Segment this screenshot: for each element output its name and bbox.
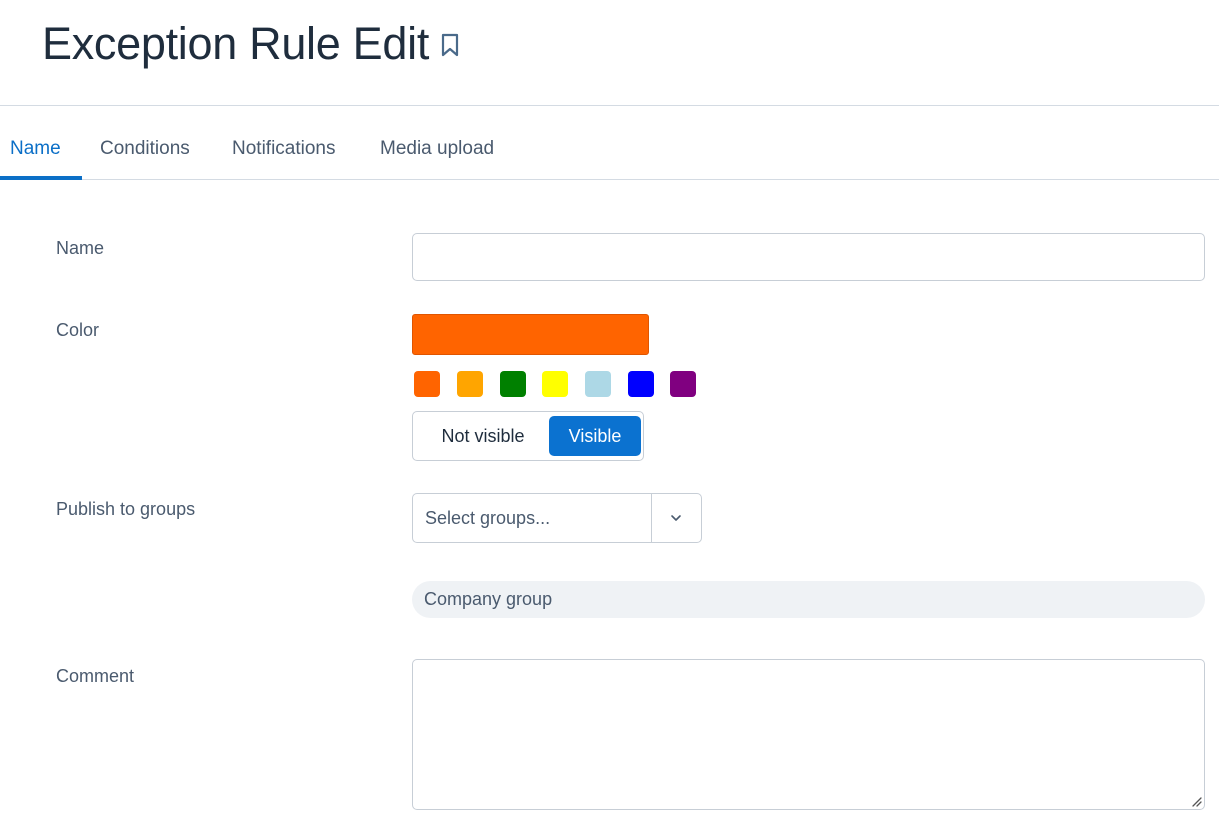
- color-swatch-purple[interactable]: [670, 371, 696, 397]
- visible-option[interactable]: Visible: [549, 416, 641, 456]
- select-divider: [651, 494, 652, 542]
- color-swatch-yellow[interactable]: [542, 371, 568, 397]
- tab-notifications[interactable]: Notifications: [232, 120, 336, 180]
- tab-bar: Name Conditions Notifications Media uplo…: [0, 120, 1219, 180]
- publish-label: Publish to groups: [56, 499, 196, 519]
- selected-group-label: Company group: [424, 589, 553, 609]
- color-swatch-green[interactable]: [500, 371, 526, 397]
- color-label: Color: [56, 320, 100, 340]
- comment-label: Comment: [56, 666, 135, 686]
- tab-media-upload[interactable]: Media upload: [380, 120, 494, 180]
- tab-conditions[interactable]: Conditions: [100, 120, 190, 180]
- bookmark-icon[interactable]: [438, 32, 462, 58]
- color-swatch-light-blue[interactable]: [585, 371, 611, 397]
- selected-group-chip[interactable]: Company group: [412, 581, 1205, 618]
- color-swatch-orange[interactable]: [457, 371, 483, 397]
- color-swatch-blue[interactable]: [628, 371, 654, 397]
- color-swatch-orange-red[interactable]: [414, 371, 440, 397]
- page-title: Exception Rule Edit: [42, 18, 430, 69]
- selected-color-bar[interactable]: [412, 314, 649, 355]
- tab-name[interactable]: Name: [10, 120, 61, 180]
- comment-textarea[interactable]: [412, 659, 1205, 810]
- chevron-down-icon[interactable]: [669, 511, 683, 525]
- groups-select-placeholder: Select groups...: [425, 508, 551, 528]
- name-label: Name: [56, 238, 105, 258]
- groups-select[interactable]: Select groups...: [412, 493, 702, 543]
- resize-handle-icon[interactable]: [1190, 794, 1202, 807]
- active-tab-indicator: [0, 176, 82, 180]
- page-header: Exception Rule Edit: [0, 0, 1219, 106]
- visibility-toggle: Not visible Visible: [412, 411, 644, 461]
- name-input[interactable]: [412, 233, 1205, 281]
- not-visible-option[interactable]: Not visible: [417, 416, 549, 456]
